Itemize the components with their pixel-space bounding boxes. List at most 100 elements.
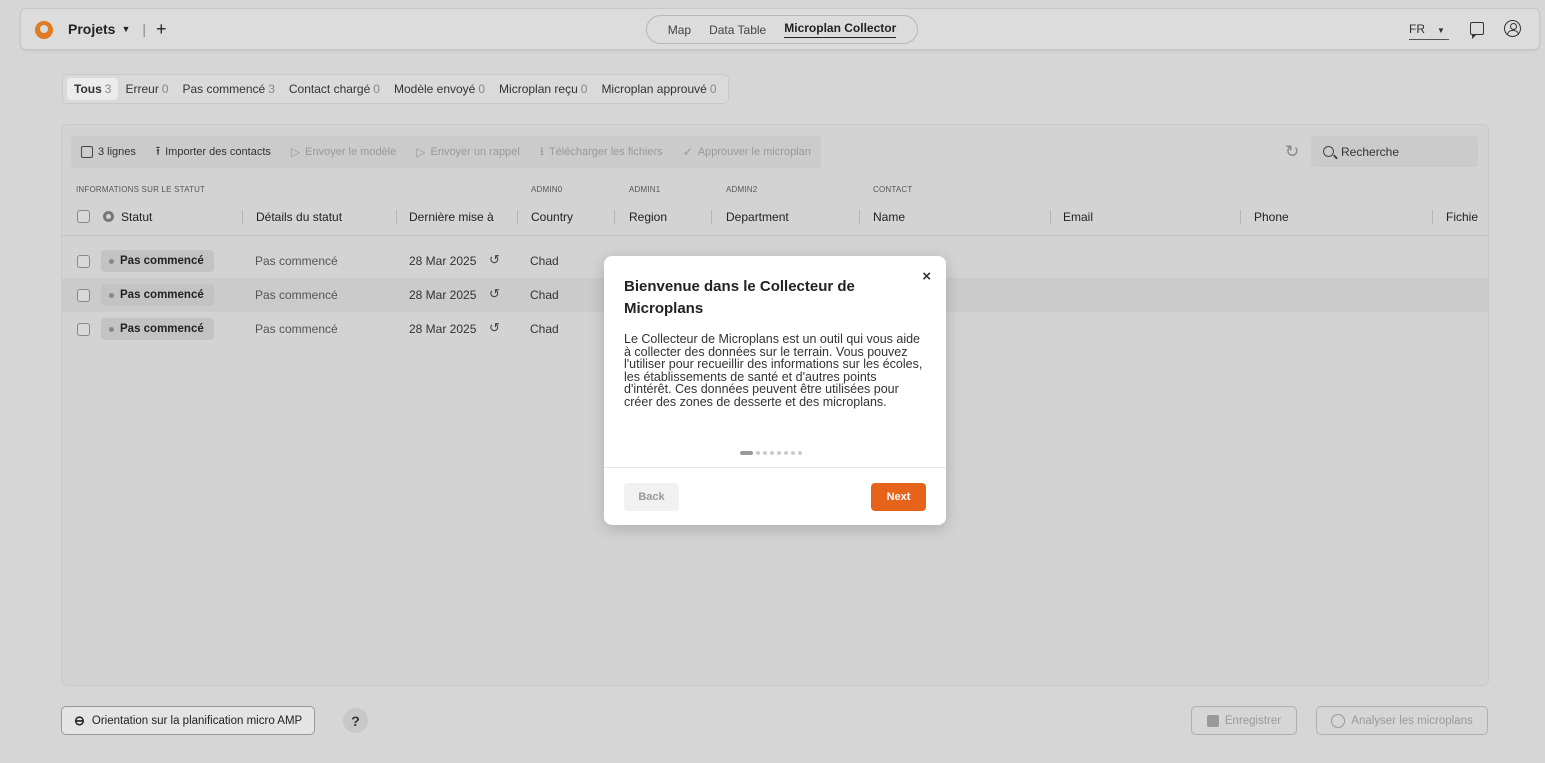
filter-tab-microplan-approved[interactable]: Microplan approuvé 0 — [594, 78, 723, 100]
row-checkbox[interactable] — [77, 289, 90, 302]
send-model-button[interactable]: ▷ Envoyer le modèle — [291, 145, 396, 159]
history-icon[interactable]: ↺ — [489, 320, 500, 336]
analyze-microplans-button[interactable]: Analyser les microplans — [1316, 706, 1488, 735]
column-divider[interactable] — [1432, 210, 1433, 224]
download-files-button[interactable]: ⭳ Télécharger les fichiers — [540, 142, 663, 163]
save-button[interactable]: Enregistrer — [1191, 706, 1297, 735]
app-logo-icon[interactable] — [35, 21, 53, 39]
upload-icon: ⭱ — [155, 143, 161, 158]
status-filter-tabs: Tous 3 Erreur 0 Pas commencé 3 Contact char… — [62, 74, 729, 104]
filter-tab-all[interactable]: Tous 3 — [67, 78, 119, 100]
column-divider[interactable] — [242, 210, 243, 224]
nav-data-table[interactable]: Data Table — [709, 23, 766, 37]
nav-map[interactable]: Map — [668, 23, 691, 37]
row-checkbox[interactable] — [77, 255, 90, 268]
last-update-cell: 28 Mar 2025 — [409, 254, 477, 268]
back-button[interactable]: Back — [624, 483, 679, 511]
step-dot — [763, 451, 767, 455]
group-contact: CONTACT — [873, 185, 913, 194]
select-all-checkbox[interactable] — [77, 210, 90, 223]
close-icon[interactable]: × — [922, 268, 931, 285]
column-divider[interactable] — [517, 210, 518, 224]
status-details-cell: Pas commencé — [255, 322, 338, 336]
col-file[interactable]: Fichie — [1446, 210, 1478, 224]
filter-label: Contact chargé — [288, 82, 371, 96]
status-badge: Pas commencé — [101, 284, 214, 306]
top-bar: Projets ▼ | + Map Data Table Microplan C… — [20, 8, 1540, 50]
next-button[interactable]: Next — [871, 483, 926, 511]
status-badge: Pas commencé — [101, 318, 214, 340]
analyze-label: Analyser les microplans — [1351, 714, 1473, 727]
col-name[interactable]: Name — [873, 210, 905, 224]
import-contacts-button[interactable]: ⭱ Importer des contacts — [156, 142, 271, 163]
projects-menu[interactable]: Projets ▼ | + — [68, 20, 167, 38]
welcome-modal: × Bienvenue dans le Collecteur de Microp… — [604, 256, 946, 525]
col-region[interactable]: Region — [629, 210, 667, 224]
col-status-details[interactable]: Détails du statut — [256, 210, 342, 224]
search-icon — [1323, 146, 1334, 157]
table-toolbar: 3 lignes ⭱ Importer des contacts ▷ Envoyer… — [71, 136, 821, 168]
projects-label[interactable]: Projets — [68, 21, 115, 37]
user-account-icon[interactable] — [1504, 20, 1521, 37]
check-icon: ✓ — [682, 145, 693, 159]
last-update-cell: 28 Mar 2025 — [409, 288, 477, 302]
column-divider[interactable] — [859, 210, 860, 224]
group-status-info: INFORMATIONS SUR LE STATUT — [76, 185, 206, 194]
link-icon: ⊖ — [74, 712, 85, 728]
help-button[interactable]: ? — [343, 708, 368, 733]
filter-tab-model-sent[interactable]: Modèle envoyé 0 — [387, 78, 492, 100]
save-label: Enregistrer — [1224, 714, 1282, 727]
filter-count: 0 — [709, 82, 717, 96]
filter-count: 0 — [161, 82, 169, 96]
approve-microplan-button[interactable]: ✓ Approuver le microplan — [683, 145, 811, 159]
orientation-link-button[interactable]: ⊖ Orientation sur la planification micro… — [61, 706, 316, 735]
col-status[interactable]: Statut — [121, 210, 152, 224]
country-cell: Chad — [530, 288, 559, 302]
chat-icon[interactable] — [1470, 22, 1484, 39]
column-divider[interactable] — [1240, 210, 1241, 224]
col-country[interactable]: Country — [531, 210, 573, 224]
status-badge-label: Pas commencé — [120, 255, 204, 267]
col-department[interactable]: Department — [726, 210, 789, 224]
history-icon[interactable]: ↺ — [489, 252, 500, 268]
row-checkbox[interactable] — [77, 323, 90, 336]
filter-tab-error[interactable]: Erreur 0 — [118, 78, 175, 100]
group-admin0: ADMIN0 — [531, 185, 563, 194]
orientation-label: Orientation sur la planification micro A… — [91, 714, 303, 727]
add-project-icon[interactable]: + — [156, 20, 167, 38]
filter-tab-contact-loaded[interactable]: Contact chargé 0 — [282, 78, 387, 100]
search-input[interactable]: Recherche — [1311, 136, 1478, 167]
column-divider[interactable] — [1050, 210, 1051, 224]
col-email[interactable]: Email — [1063, 210, 1093, 224]
filter-tab-microplan-received[interactable]: Microplan reçu 0 — [492, 78, 594, 100]
country-cell: Chad — [530, 322, 559, 336]
send-model-label: Envoyer le modèle — [305, 146, 397, 158]
filter-label: Tous — [74, 82, 102, 96]
filter-label: Microplan reçu — [499, 82, 578, 96]
filter-label: Modèle envoyé — [393, 82, 476, 96]
caret-down-icon[interactable]: ▼ — [121, 24, 130, 34]
history-icon[interactable]: ↺ — [489, 286, 500, 302]
filter-count: 3 — [104, 82, 112, 96]
rows-icon — [81, 146, 93, 158]
filter-count: 0 — [478, 82, 486, 96]
approve-microplan-label: Approuver le microplan — [697, 146, 811, 158]
download-files-label: Télécharger les fichiers — [548, 146, 663, 158]
column-divider[interactable] — [396, 210, 397, 224]
nav-microplan-collector[interactable]: Microplan Collector — [784, 21, 897, 38]
group-admin1: ADMIN1 — [629, 185, 661, 194]
col-last-update[interactable]: Dernière mise à — [409, 210, 494, 224]
language-select[interactable]: FR ▼ — [1409, 22, 1449, 40]
column-divider[interactable] — [614, 210, 615, 224]
refresh-icon[interactable]: ↻ — [1285, 142, 1299, 162]
col-phone[interactable]: Phone — [1254, 210, 1289, 224]
send-reminder-button[interactable]: ▷ Envoyer un rappel — [416, 145, 520, 159]
column-divider[interactable] — [711, 210, 712, 224]
step-dot — [791, 451, 795, 455]
step-dot — [798, 451, 802, 455]
status-circle-icon — [103, 211, 114, 222]
filter-tab-not-started[interactable]: Pas commencé 3 — [176, 78, 282, 100]
send-reminder-label: Envoyer un rappel — [430, 146, 520, 158]
filter-label: Pas commencé — [182, 82, 266, 96]
status-badge: Pas commencé — [101, 250, 214, 272]
